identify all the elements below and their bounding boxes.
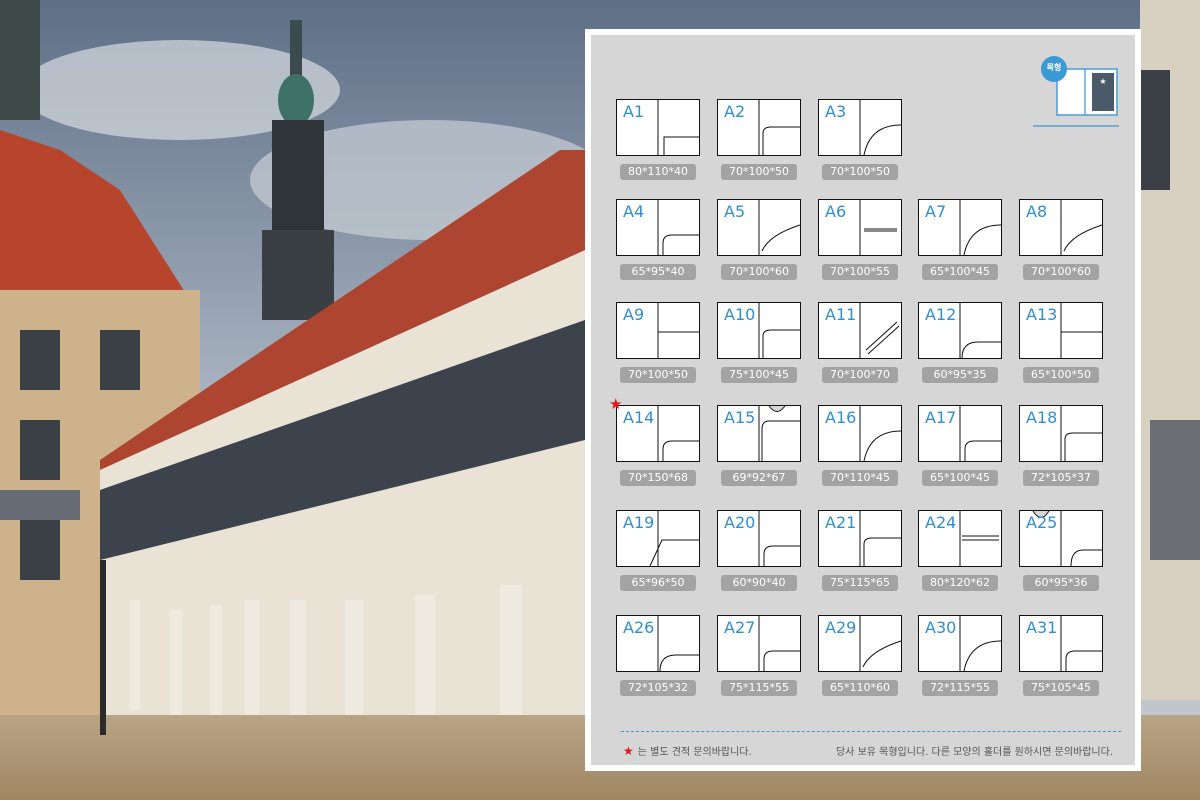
holder-dimensions: 75*100*45 — [721, 367, 797, 383]
star-icon: ★ — [609, 395, 623, 413]
holder-dimensions: 70*100*50 — [822, 164, 898, 180]
holder-code: A6 — [825, 202, 847, 221]
holder-dimensions: 70*100*55 — [822, 264, 898, 280]
holder-code: A17 — [925, 408, 957, 427]
holder-dimensions: 70*150*68 — [620, 470, 696, 486]
holder-dimensions: 72*115*55 — [922, 680, 998, 696]
holder-dimensions: 69*92*67 — [721, 470, 797, 486]
holder-code: A7 — [925, 202, 947, 221]
holder-dimensions: 75*115*55 — [721, 680, 797, 696]
contact-note: 당사 보유 목형입니다. 다른 모양의 홀더를 원하시면 문의바랍니다. — [835, 747, 1113, 758]
holder-code: A11 — [825, 305, 857, 324]
holder-code: A13 — [1026, 305, 1058, 324]
holder-code: A14 — [623, 408, 655, 427]
svg-text:★: ★ — [1099, 77, 1106, 86]
holder-code: A20 — [724, 513, 756, 532]
holder-dimensions: 70*100*60 — [1023, 264, 1099, 280]
catalog-panel: ★ 목형 A1 80*110*40 A2 70*100*50 A3 70*100… — [585, 29, 1141, 771]
holder-dimensions: 65*96*50 — [620, 575, 696, 591]
holder-code: A15 — [724, 408, 756, 427]
holder-dimensions: 65*100*50 — [1023, 367, 1099, 383]
holder-dimensions: 65*100*45 — [922, 470, 998, 486]
legend-diagram: ★ 목형 — [1033, 49, 1123, 129]
holder-dimensions: 60*90*40 — [721, 575, 797, 591]
holder-code: A26 — [623, 618, 655, 637]
catalog-panel-inner: ★ 목형 A1 80*110*40 A2 70*100*50 A3 70*100… — [591, 35, 1135, 765]
holder-code: A21 — [825, 513, 857, 532]
holder-code: A24 — [925, 513, 957, 532]
holder-code: A25 — [1026, 513, 1058, 532]
holder-dimensions: 65*100*45 — [922, 264, 998, 280]
holder-code: A12 — [925, 305, 957, 324]
holder-dimensions: 70*100*70 — [822, 367, 898, 383]
star-icon: ★ — [623, 744, 634, 758]
holder-code: A19 — [623, 513, 655, 532]
holder-dimensions: 72*105*32 — [620, 680, 696, 696]
holder-dimensions: 70*100*60 — [721, 264, 797, 280]
holder-code: A27 — [724, 618, 756, 637]
holder-code: A30 — [925, 618, 957, 637]
holder-dimensions: 60*95*35 — [922, 367, 998, 383]
holder-code: A10 — [724, 305, 756, 324]
holder-code: A4 — [623, 202, 645, 221]
holder-code: A3 — [825, 102, 847, 121]
holder-dimensions: 65*95*40 — [620, 264, 696, 280]
holder-code: A5 — [724, 202, 746, 221]
holder-code: A8 — [1026, 202, 1048, 221]
holder-dimensions: 65*110*60 — [822, 680, 898, 696]
holder-code: A9 — [623, 305, 645, 324]
holder-dimensions: 70*100*50 — [620, 367, 696, 383]
legend-badge: 목형 — [1046, 63, 1062, 72]
holder-dimensions: 70*110*45 — [822, 470, 898, 486]
holder-dimensions: 80*120*62 — [922, 575, 998, 591]
holder-dimensions: 75*115*65 — [822, 575, 898, 591]
holder-code: A1 — [623, 102, 645, 121]
star-footnote-text: 는 별도 견적 문의바랍니다. — [637, 747, 752, 758]
divider-line — [621, 731, 1121, 732]
holder-code: A29 — [825, 618, 857, 637]
star-footnote: ★ 는 별도 견적 문의바랍니다. — [623, 743, 752, 758]
holder-dimensions: 72*105*37 — [1023, 470, 1099, 486]
holder-code: A31 — [1026, 618, 1058, 637]
holder-code: A16 — [825, 408, 857, 427]
holder-dimensions: 70*100*50 — [721, 164, 797, 180]
holder-code: A2 — [724, 102, 746, 121]
holder-dimensions: 75*105*45 — [1023, 680, 1099, 696]
holder-dimensions: 80*110*40 — [620, 164, 696, 180]
holder-dimensions: 60*95*36 — [1023, 575, 1099, 591]
holder-code: A18 — [1026, 408, 1058, 427]
